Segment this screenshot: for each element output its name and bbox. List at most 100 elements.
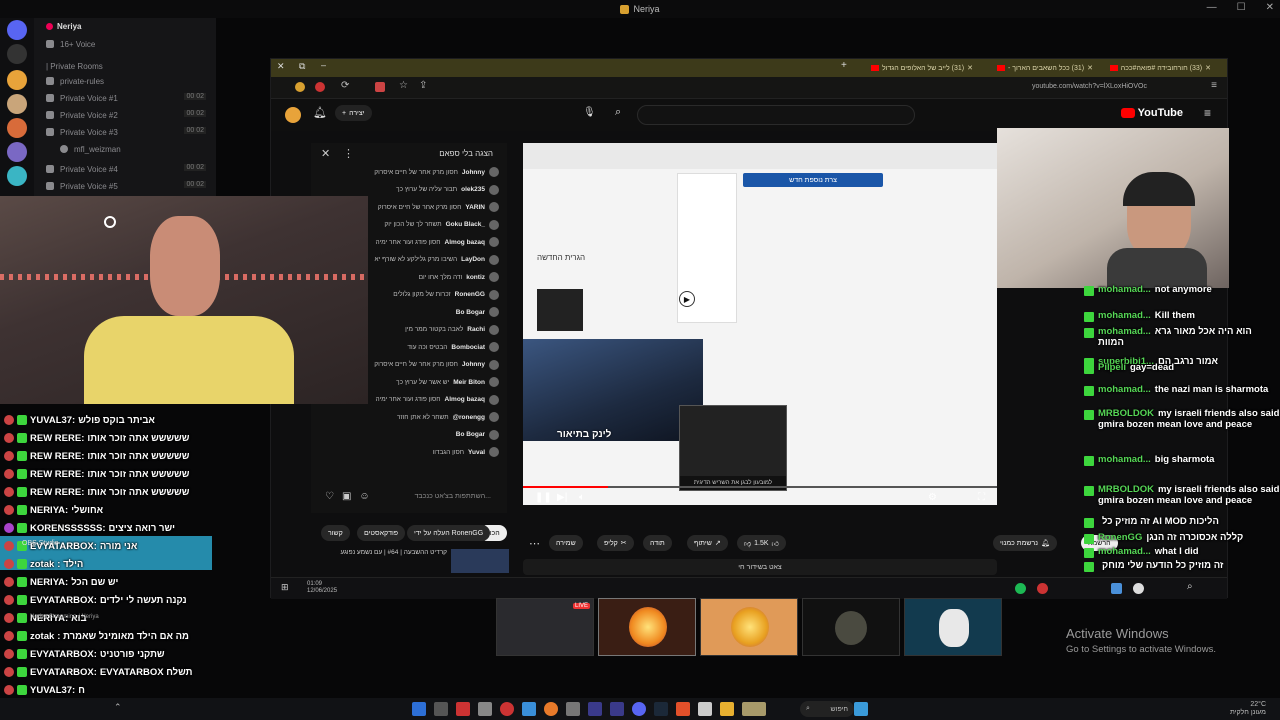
- server-icon[interactable]: [7, 70, 27, 90]
- avatar[interactable]: [489, 359, 499, 370]
- new-tab-icon[interactable]: +: [841, 60, 847, 71]
- chat-author[interactable]: Almog bazaq: [445, 239, 485, 246]
- create-button[interactable]: + יצירה: [335, 105, 372, 121]
- video-progress-bar[interactable]: [523, 486, 997, 488]
- avatar[interactable]: [489, 289, 499, 300]
- chat-author[interactable]: @ronengg: [453, 414, 485, 421]
- app-icon[interactable]: [1037, 583, 1048, 594]
- app-icon[interactable]: [522, 702, 536, 716]
- channel-category[interactable]: | Private Rooms: [46, 59, 103, 73]
- channel-row[interactable]: Private Voice #1: [46, 91, 118, 105]
- chat-author[interactable]: Bo Bogar: [456, 431, 485, 438]
- restore-icon[interactable]: ⧉: [299, 61, 305, 72]
- channel-row[interactable]: Private Voice #4: [46, 162, 118, 176]
- server-header[interactable]: Neriya: [46, 22, 81, 31]
- chat-author[interactable]: kontiz: [466, 274, 485, 281]
- chat-author[interactable]: RonenGG: [455, 291, 485, 298]
- avatar-tile[interactable]: [802, 598, 900, 656]
- app-icon[interactable]: [1111, 583, 1122, 594]
- search-icon[interactable]: ⌕: [615, 106, 621, 119]
- chrome-icon[interactable]: [1133, 583, 1144, 594]
- related-video[interactable]: קרדיט ההשבעה | #64 | עם נשמע נפוגע: [319, 549, 509, 573]
- chat-author[interactable]: Bombociat: [451, 344, 485, 351]
- app-icon[interactable]: [544, 702, 558, 716]
- avatar[interactable]: [489, 237, 499, 247]
- video-player[interactable]: צרת נוספת חדש הגרית החדשה ▶ לינק בתיאור …: [523, 143, 997, 505]
- mic-icon[interactable]: 🎙︎: [583, 107, 596, 118]
- discord-home-icon[interactable]: [7, 20, 27, 40]
- chat-author[interactable]: Almog bazaq: [445, 396, 485, 403]
- settings-icon[interactable]: ⚙: [928, 492, 937, 503]
- extension-icon[interactable]: [375, 82, 385, 92]
- browser-tab[interactable]: ✕ (31) לייב של האלופים הגדול: [861, 61, 973, 75]
- chat-author[interactable]: LayDon: [461, 256, 485, 263]
- close-icon[interactable]: ✕: [1266, 2, 1274, 13]
- app-icon[interactable]: [610, 702, 624, 716]
- avatar[interactable]: [489, 447, 499, 457]
- weather-widget-icon[interactable]: [742, 702, 766, 716]
- like-dislike-button[interactable]: 👎︎ 1.5K 👍︎: [737, 535, 786, 551]
- avatar-tile[interactable]: [904, 598, 1002, 656]
- app-icon[interactable]: [698, 702, 712, 716]
- avatar[interactable]: [489, 429, 499, 440]
- windows-icon[interactable]: ⊞: [281, 582, 289, 593]
- taskview-icon[interactable]: [434, 702, 448, 716]
- server-icon[interactable]: [7, 118, 27, 138]
- avatar[interactable]: [489, 184, 499, 195]
- chevron-up-icon[interactable]: ⌃: [114, 702, 122, 713]
- subscribed-button[interactable]: נרשמת כמנוי 🔔︎: [993, 535, 1057, 551]
- app-icon[interactable]: [588, 702, 602, 716]
- voice-user[interactable]: mfl_weizman: [60, 142, 121, 156]
- app-icon[interactable]: [500, 702, 514, 716]
- super-chat-icon[interactable]: ▣: [342, 491, 351, 502]
- chat-author[interactable]: Johnny: [462, 361, 485, 368]
- chat-author[interactable]: Bo Bogar: [456, 309, 485, 316]
- avatar[interactable]: [285, 107, 301, 123]
- star-icon[interactable]: ☆: [399, 80, 408, 91]
- avatar[interactable]: [489, 202, 499, 212]
- browser-tab[interactable]: ✕ (31) ככל השאבים הארוך -: [979, 61, 1093, 75]
- minimize-icon[interactable]: —: [1207, 2, 1217, 13]
- folder-icon[interactable]: [720, 702, 734, 716]
- youtube-logo[interactable]: YouTube: [1120, 107, 1183, 119]
- avatar[interactable]: [489, 324, 499, 335]
- description-box[interactable]: צאט בשידור חי: [523, 559, 997, 575]
- notifications-icon[interactable]: 🔔︎: [313, 106, 327, 119]
- search-input[interactable]: [637, 105, 915, 125]
- pause-icon[interactable]: ❚❚: [535, 492, 552, 503]
- related-tab[interactable]: פודקאסטים: [357, 525, 406, 541]
- emoji-icon[interactable]: ☺: [359, 491, 369, 502]
- app-icon[interactable]: [456, 702, 470, 716]
- app-icon[interactable]: [478, 702, 492, 716]
- channel-row[interactable]: 16+ Voice: [46, 37, 95, 51]
- more-icon[interactable]: ⋮: [343, 147, 354, 160]
- server-icon[interactable]: [7, 44, 27, 64]
- chat-header[interactable]: הצגה בלי ספאם: [439, 149, 493, 158]
- related-tab[interactable]: קשור: [321, 525, 350, 541]
- avatar[interactable]: [489, 377, 499, 387]
- steam-icon[interactable]: [654, 702, 668, 716]
- channel-row[interactable]: Private Voice #2: [46, 108, 118, 122]
- volume-icon[interactable]: 🔈︎: [579, 492, 585, 503]
- extension-icon[interactable]: [295, 82, 305, 92]
- share-button[interactable]: שיתוף ↗: [687, 535, 728, 551]
- taskbar-search[interactable]: ⌕ חיפוש: [800, 701, 854, 717]
- next-icon[interactable]: ▶|: [557, 492, 567, 503]
- server-icon[interactable]: [7, 166, 27, 186]
- chat-author[interactable]: Yuval: [468, 449, 485, 456]
- app-icon[interactable]: [854, 702, 868, 716]
- avatar[interactable]: [489, 342, 499, 352]
- server-icon[interactable]: [7, 94, 27, 114]
- fire-tile[interactable]: [700, 598, 798, 656]
- heart-icon[interactable]: ♡: [325, 491, 334, 502]
- related-tab[interactable]: העלה על ידי RonenGG: [407, 525, 491, 541]
- server-icon[interactable]: [7, 142, 27, 162]
- app-icon[interactable]: [566, 702, 580, 716]
- chat-author[interactable]: olek235: [461, 186, 485, 193]
- avatar[interactable]: [489, 167, 499, 177]
- avatar[interactable]: [489, 272, 499, 282]
- menu-icon[interactable]: ≡: [1211, 80, 1217, 91]
- screen-tile[interactable]: LIVE: [496, 598, 594, 656]
- avatar[interactable]: [489, 219, 499, 230]
- discord-icon[interactable]: [632, 702, 646, 716]
